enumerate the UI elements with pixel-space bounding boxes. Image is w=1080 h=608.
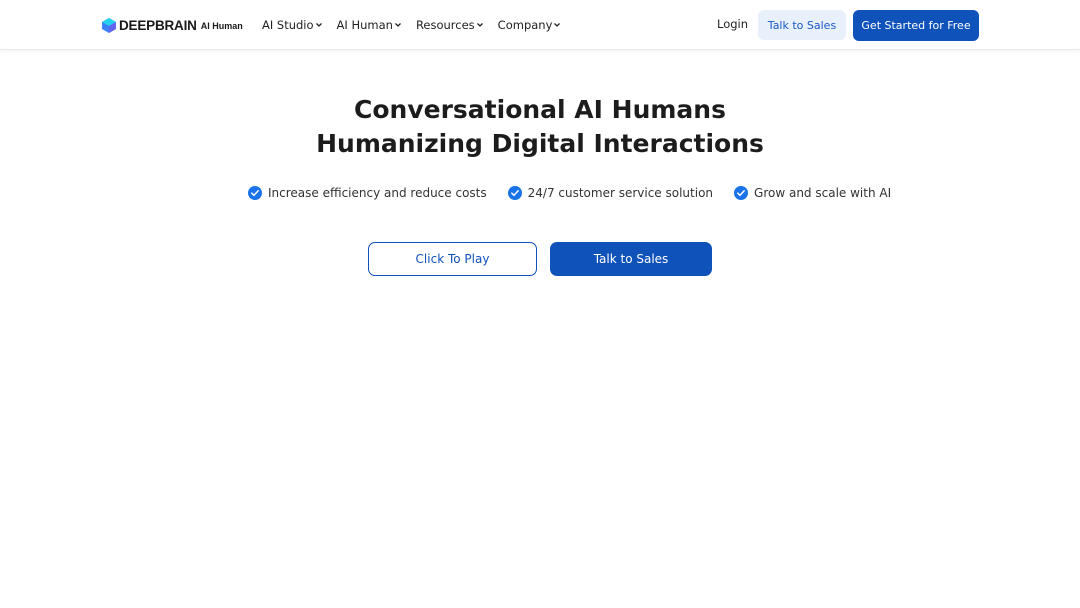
click-to-play-button[interactable]: Click To Play [368, 242, 537, 276]
feature-text: 24/7 customer service solution [527, 186, 714, 200]
nav-item-label: Resources [415, 18, 475, 32]
chevron-down-icon [394, 23, 401, 27]
brand-subtitle: AI Human [200, 21, 243, 31]
site-header: DEEPBRAIN AI Human AI Studio AI Human Re… [0, 0, 1080, 50]
deepbrain-logo-icon [102, 17, 116, 33]
feature-item: Grow and scale with AI [734, 186, 891, 200]
hero-title: Conversational AI Humans Humanizing Digi… [0, 93, 1080, 161]
login-link[interactable]: Login [717, 17, 748, 31]
check-circle-icon [507, 186, 522, 200]
nav-item-ai-studio[interactable]: AI Studio [262, 17, 323, 33]
hero-title-line-1: Conversational AI Humans [354, 95, 726, 124]
talk-to-sales-header-button[interactable]: Talk to Sales [758, 10, 846, 40]
brand-logo[interactable]: DEEPBRAIN AI Human [102, 17, 243, 33]
feature-text: Grow and scale with AI [754, 186, 892, 200]
feature-item: Increase efficiency and reduce costs [248, 186, 487, 200]
feature-text: Increase efficiency and reduce costs [268, 186, 487, 200]
nav-item-label: AI Human [336, 18, 393, 32]
check-circle-icon [248, 186, 262, 200]
hero-title-line-2: Humanizing Digital Interactions [316, 129, 764, 158]
feature-item: 24/7 customer service solution [507, 186, 714, 200]
nav-item-ai-human[interactable]: AI Human [337, 17, 402, 33]
nav-item-resources[interactable]: Resources [416, 17, 484, 33]
feature-list: Increase efficiency and reduce costs 24/… [248, 186, 891, 200]
brand-name: DEEPBRAIN [119, 17, 197, 33]
nav-item-label: AI Studio [262, 18, 314, 32]
nav-item-company[interactable]: Company [498, 17, 562, 33]
get-started-button[interactable]: Get Started for Free [853, 10, 979, 41]
chevron-down-icon [554, 23, 561, 27]
main-nav: AI Studio AI Human Resources Company [262, 17, 575, 33]
chevron-down-icon [476, 23, 483, 27]
chevron-down-icon [315, 23, 322, 27]
check-circle-icon [734, 186, 749, 200]
talk-to-sales-button[interactable]: Talk to Sales [550, 242, 712, 276]
nav-item-label: Company [497, 18, 553, 32]
